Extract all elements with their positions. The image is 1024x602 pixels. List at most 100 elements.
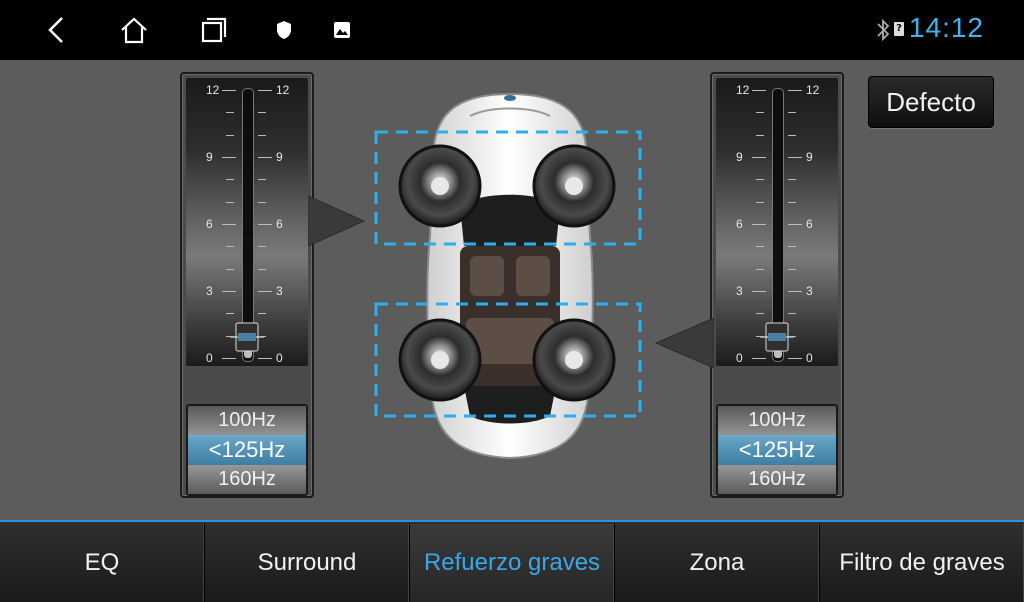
tick-mark bbox=[788, 246, 796, 248]
right-freq-selected[interactable]: <125Hz bbox=[718, 435, 836, 465]
tick-mark bbox=[258, 134, 266, 136]
tick-mark bbox=[226, 112, 234, 114]
tick-mark bbox=[788, 201, 796, 203]
tick-mark bbox=[752, 291, 766, 292]
tick-mark bbox=[258, 313, 266, 315]
tick-label: 9 bbox=[206, 150, 213, 164]
tick-label: 9 bbox=[736, 150, 743, 164]
image-icon bbox=[324, 12, 360, 48]
battery-icon: ? bbox=[894, 22, 904, 36]
tick-label: 3 bbox=[736, 284, 743, 298]
tick-mark bbox=[752, 90, 766, 91]
tick-mark bbox=[788, 134, 796, 136]
tab-bar: EQ Surround Refuerzo graves Zona Filtro … bbox=[0, 520, 1024, 602]
tick-mark bbox=[226, 313, 234, 315]
tick-label: 6 bbox=[206, 217, 213, 231]
tick-mark bbox=[258, 224, 272, 225]
tick-mark bbox=[756, 335, 764, 337]
tick-mark bbox=[258, 201, 266, 203]
clock: 14:12 bbox=[908, 12, 984, 43]
left-freq-selected[interactable]: <125Hz bbox=[188, 435, 306, 465]
tick-label: 12 bbox=[806, 83, 820, 97]
tick-mark bbox=[756, 201, 764, 203]
tab-bass-boost[interactable]: Refuerzo graves bbox=[410, 524, 615, 602]
front-left-speaker-icon bbox=[398, 144, 482, 228]
tick-mark bbox=[258, 112, 266, 114]
tick-label: 0 bbox=[206, 351, 213, 365]
default-button[interactable]: Defecto bbox=[868, 76, 994, 128]
tick-mark bbox=[788, 291, 802, 292]
home-icon[interactable] bbox=[116, 12, 152, 48]
tick-mark bbox=[226, 335, 234, 337]
bluetooth-icon bbox=[876, 18, 890, 47]
left-bass-panel: 0 0 3 3 6 6 9 9 12 12 100Hz <125Hz 160Hz bbox=[180, 72, 314, 498]
tab-zone[interactable]: Zona bbox=[615, 524, 820, 602]
left-freq-next[interactable]: 160Hz bbox=[188, 465, 306, 494]
tick-mark bbox=[788, 179, 796, 181]
tick-label: 6 bbox=[276, 217, 283, 231]
tick-label: 0 bbox=[736, 351, 743, 365]
right-frequency-selector[interactable]: 100Hz <125Hz 160Hz bbox=[716, 404, 838, 496]
tick-mark bbox=[226, 268, 234, 270]
tick-mark bbox=[258, 179, 266, 181]
tick-label: 0 bbox=[806, 351, 813, 365]
tick-mark bbox=[258, 335, 266, 337]
tick-mark bbox=[788, 90, 802, 91]
tick-mark bbox=[258, 291, 272, 292]
tick-label: 6 bbox=[736, 217, 743, 231]
tick-label: 3 bbox=[276, 284, 283, 298]
tick-mark bbox=[788, 268, 796, 270]
right-slider-area[interactable]: 0 0 3 3 6 6 9 9 12 12 bbox=[716, 78, 838, 366]
tick-mark bbox=[226, 134, 234, 136]
tick-mark bbox=[788, 112, 796, 114]
tick-label: 9 bbox=[276, 150, 283, 164]
left-slider-area[interactable]: 0 0 3 3 6 6 9 9 12 12 bbox=[186, 78, 308, 366]
tick-mark bbox=[222, 157, 236, 158]
tick-mark bbox=[258, 157, 272, 158]
tick-mark bbox=[756, 112, 764, 114]
tick-label: 12 bbox=[736, 83, 750, 97]
tick-mark bbox=[752, 157, 766, 158]
tick-mark bbox=[756, 313, 764, 315]
tick-label: 6 bbox=[806, 217, 813, 231]
car-top-view bbox=[374, 92, 642, 460]
tick-mark bbox=[258, 358, 272, 359]
tab-eq[interactable]: EQ bbox=[0, 524, 205, 602]
tick-mark bbox=[222, 224, 236, 225]
recents-icon[interactable] bbox=[196, 12, 232, 48]
right-freq-prev[interactable]: 100Hz bbox=[718, 406, 836, 435]
tab-bass-filter[interactable]: Filtro de graves bbox=[820, 524, 1024, 602]
rear-left-speaker-icon bbox=[398, 318, 482, 402]
tick-mark bbox=[756, 134, 764, 136]
tab-surround[interactable]: Surround bbox=[205, 524, 410, 602]
tick-label: 12 bbox=[276, 83, 290, 97]
tick-mark bbox=[788, 358, 802, 359]
left-freq-prev[interactable]: 100Hz bbox=[188, 406, 306, 435]
left-pointer-arrow bbox=[308, 196, 366, 246]
tick-mark bbox=[258, 268, 266, 270]
tick-label: 12 bbox=[206, 83, 220, 97]
status-bar: ? 14:12 bbox=[0, 0, 1024, 60]
tick-mark bbox=[756, 246, 764, 248]
tick-mark bbox=[222, 291, 236, 292]
left-frequency-selector[interactable]: 100Hz <125Hz 160Hz bbox=[186, 404, 308, 496]
tick-label: 3 bbox=[206, 284, 213, 298]
tick-label: 0 bbox=[276, 351, 283, 365]
right-pointer-arrow bbox=[654, 318, 714, 368]
tick-mark bbox=[752, 358, 766, 359]
tick-label: 9 bbox=[806, 150, 813, 164]
tick-label: 3 bbox=[806, 284, 813, 298]
right-freq-next[interactable]: 160Hz bbox=[718, 465, 836, 494]
shield-icon bbox=[266, 12, 302, 48]
tick-mark bbox=[756, 268, 764, 270]
tick-mark bbox=[788, 313, 796, 315]
back-icon[interactable] bbox=[38, 12, 74, 48]
tick-mark bbox=[788, 157, 802, 158]
tick-mark bbox=[752, 224, 766, 225]
tick-mark bbox=[756, 179, 764, 181]
right-bass-panel: 0 0 3 3 6 6 9 9 12 12 100Hz <125Hz 160Hz bbox=[710, 72, 844, 498]
tick-mark bbox=[226, 201, 234, 203]
tick-mark bbox=[258, 90, 272, 91]
tick-mark bbox=[226, 179, 234, 181]
front-right-speaker-icon bbox=[532, 144, 616, 228]
